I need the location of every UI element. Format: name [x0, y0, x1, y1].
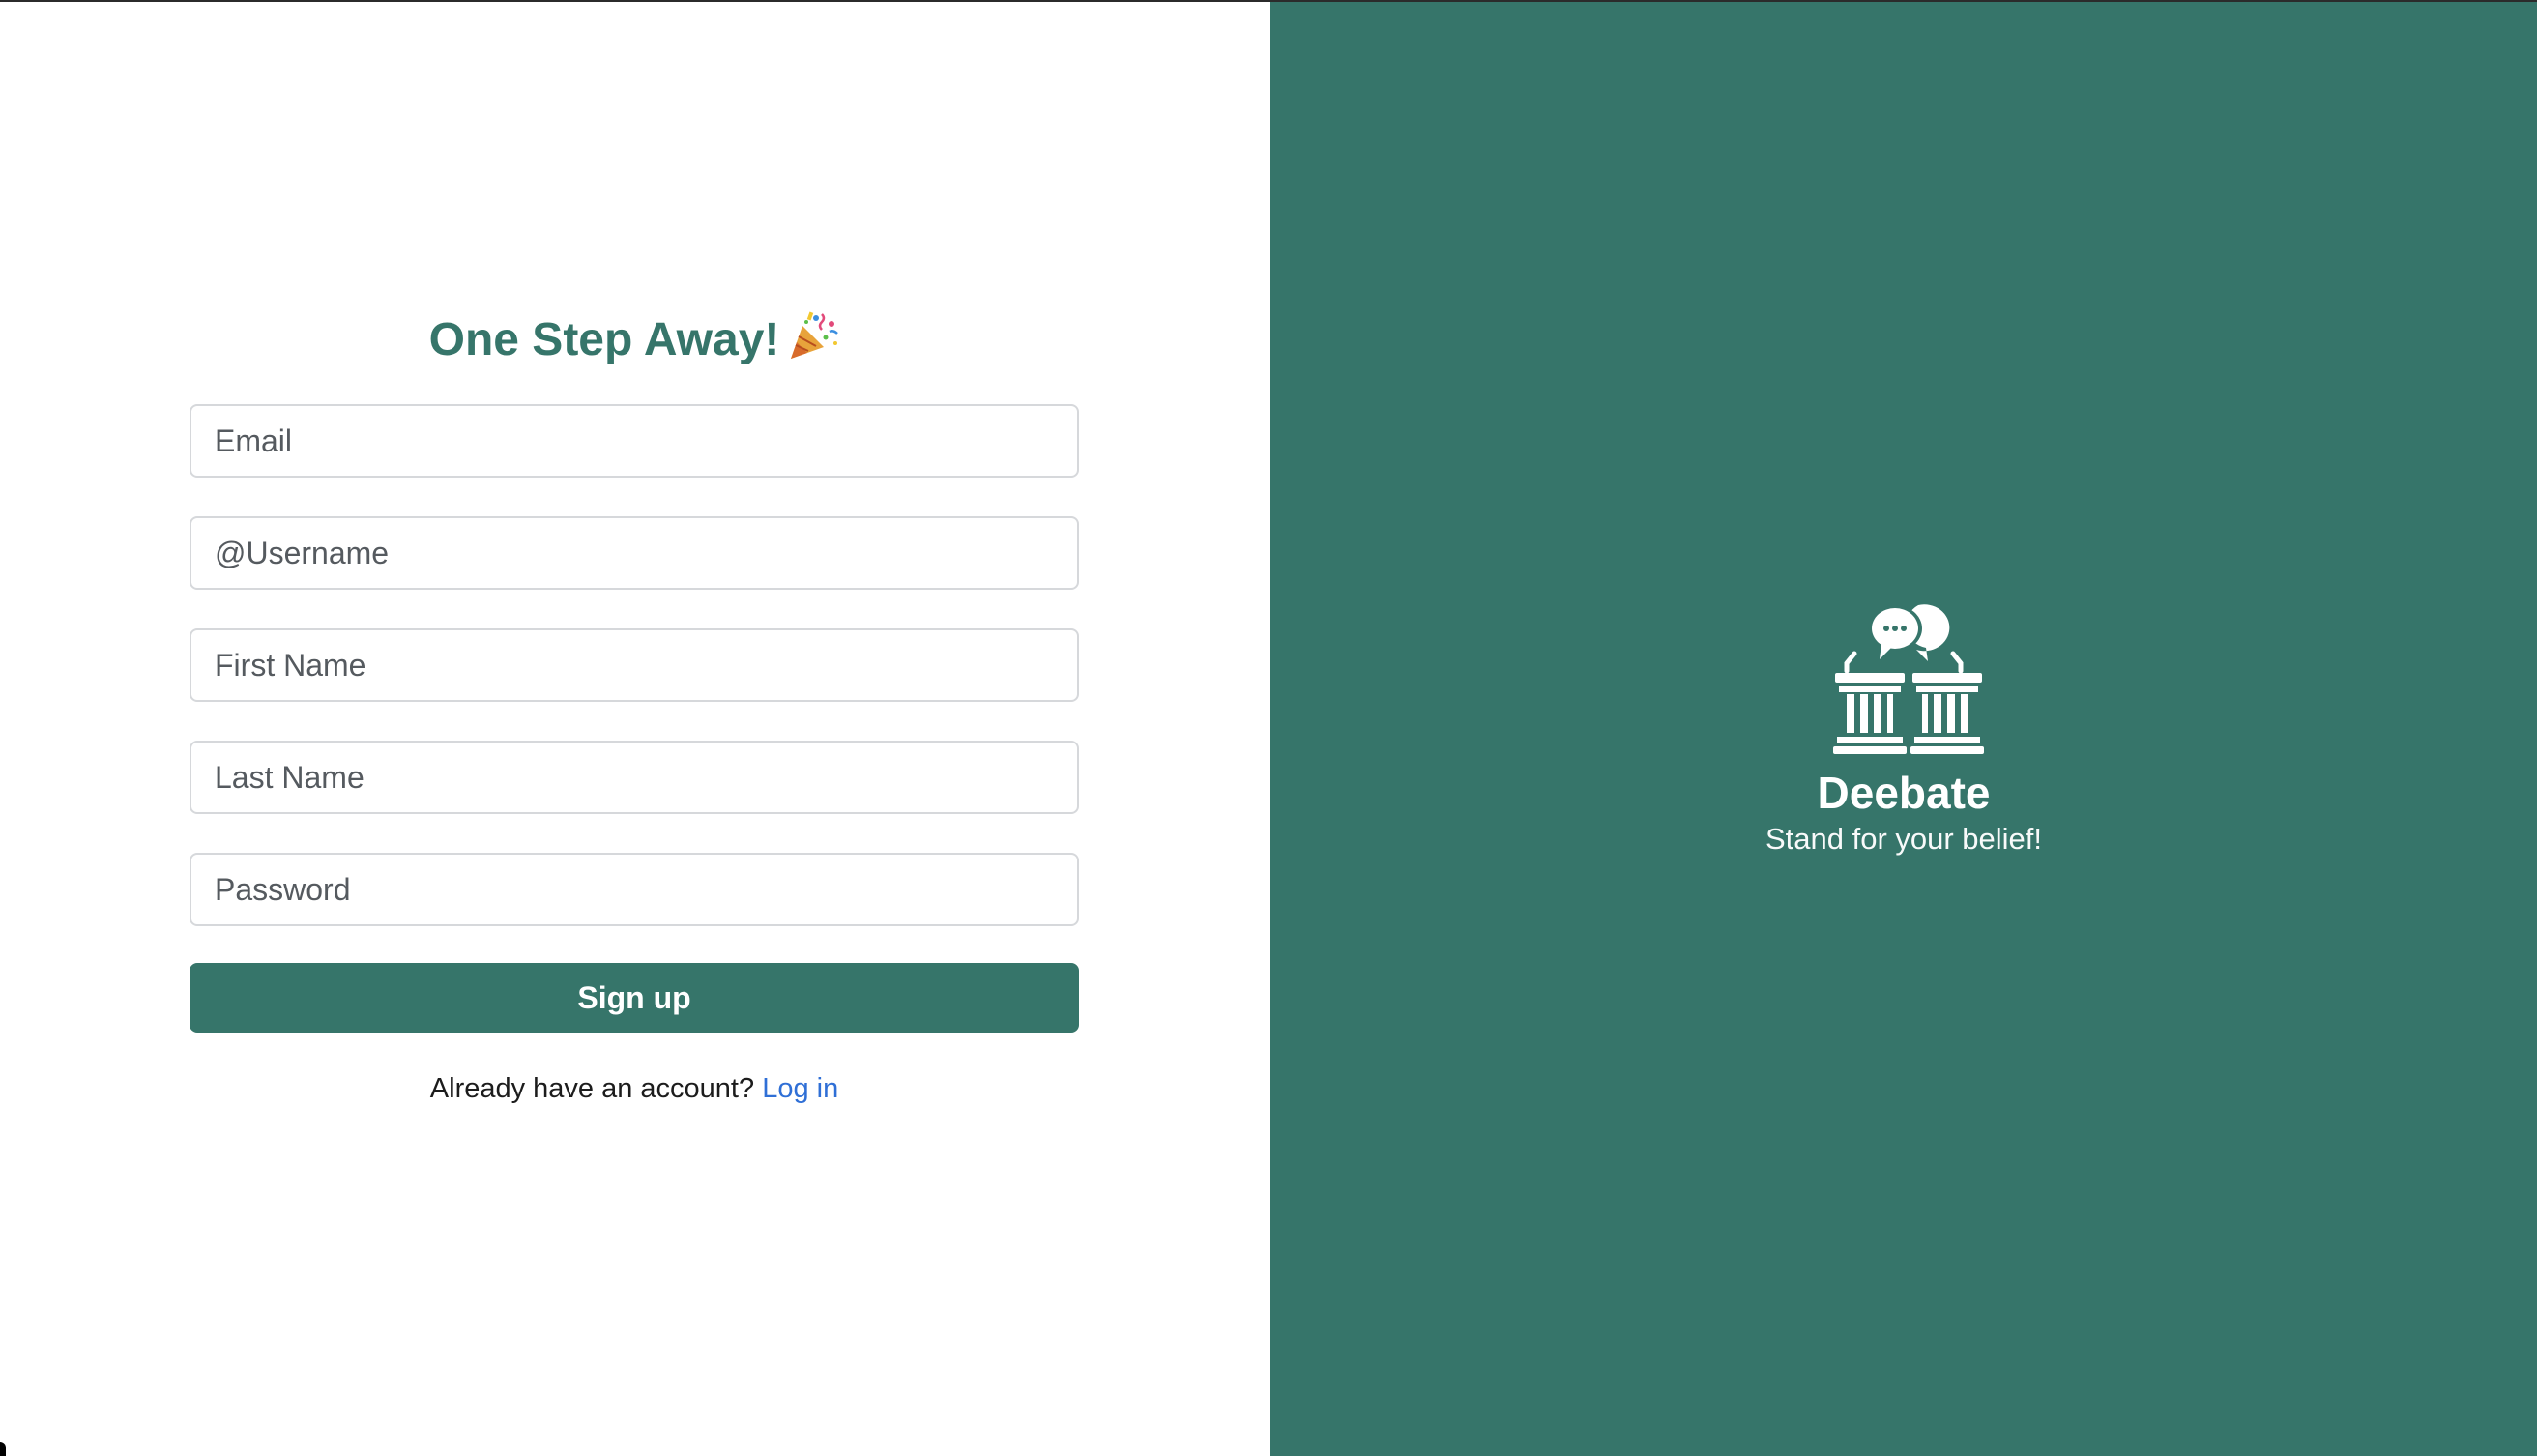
signup-form: One Step Away! S [190, 309, 1079, 1105]
page-title-text: One Step Away! [428, 314, 780, 365]
login-prompt-text: Already have an account? [429, 1073, 755, 1104]
party-popper-icon [791, 311, 839, 360]
debate-podiums-icon [1833, 604, 1984, 754]
signup-page: One Step Away! S [0, 0, 2537, 1456]
last-name-field[interactable] [190, 741, 1079, 814]
sign-up-button[interactable]: Sign up [190, 963, 1079, 1033]
first-name-field[interactable] [190, 628, 1079, 702]
page-title: One Step Away! [190, 309, 1079, 371]
username-field[interactable] [190, 516, 1079, 590]
brand-name: Deebate [1817, 768, 1991, 818]
brand-panel: Deebate Stand for your belief! [1270, 2, 2537, 1456]
brand-block: Deebate Stand for your belief! [1270, 597, 2537, 857]
window-corner [0, 1442, 6, 1456]
login-prompt: Already have an account? Log in [190, 1073, 1079, 1105]
password-field[interactable] [190, 853, 1079, 926]
brand-tagline: Stand for your belief! [1764, 822, 2043, 856]
signup-panel: One Step Away! S [0, 2, 1270, 1456]
email-field[interactable] [190, 404, 1079, 478]
login-link[interactable]: Log in [762, 1073, 838, 1104]
